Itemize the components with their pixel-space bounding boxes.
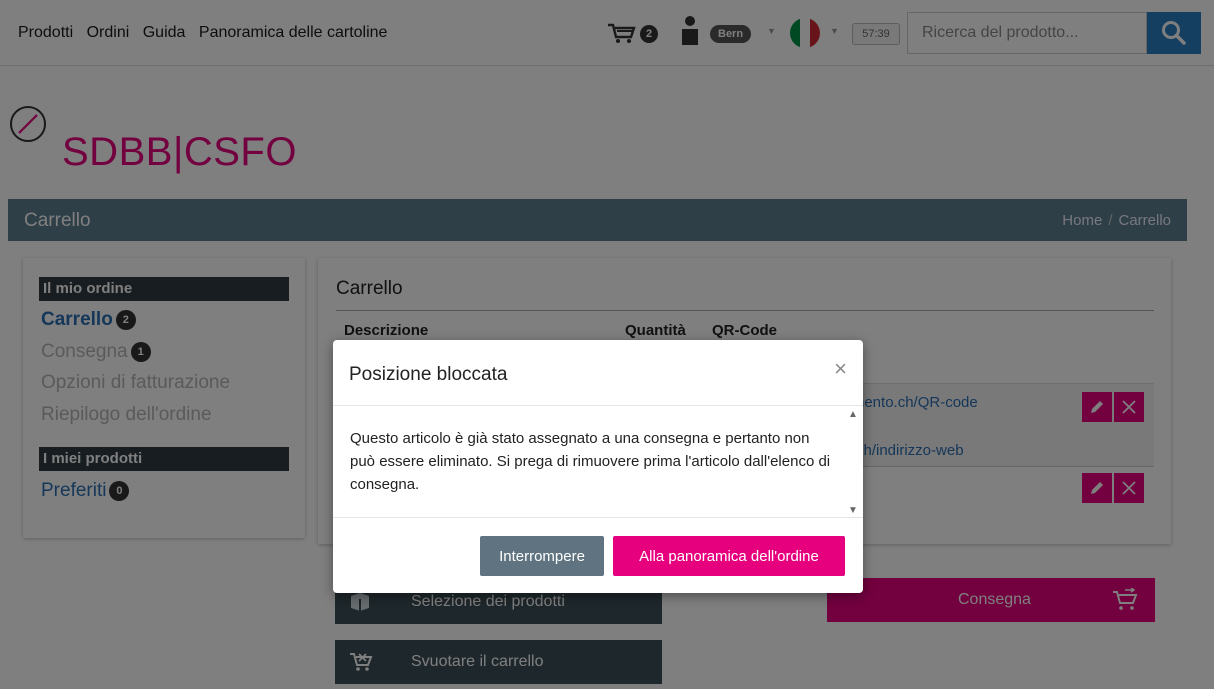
chevron-up-icon[interactable]: ▲ — [848, 409, 858, 420]
dialog-message: Questo articolo è già stato assegnato a … — [350, 430, 831, 493]
cancel-button[interactable]: Interrompere — [480, 536, 604, 576]
dialog-scrollbar[interactable]: ▲ ▼ — [847, 407, 859, 517]
dialog-footer: Interrompere Alla panoramica dell'ordine — [333, 519, 863, 593]
order-overview-button[interactable]: Alla panoramica dell'ordine — [613, 536, 845, 576]
dialog-header: Posizione bloccata × — [333, 340, 863, 406]
close-icon[interactable]: × — [834, 358, 847, 380]
dialog-body: Questo articolo è già stato assegnato a … — [333, 407, 863, 518]
dialog-title: Posizione bloccata — [349, 364, 508, 385]
blocked-position-dialog: Posizione bloccata × Questo articolo è g… — [333, 340, 863, 593]
chevron-down-icon[interactable]: ▼ — [848, 505, 858, 516]
